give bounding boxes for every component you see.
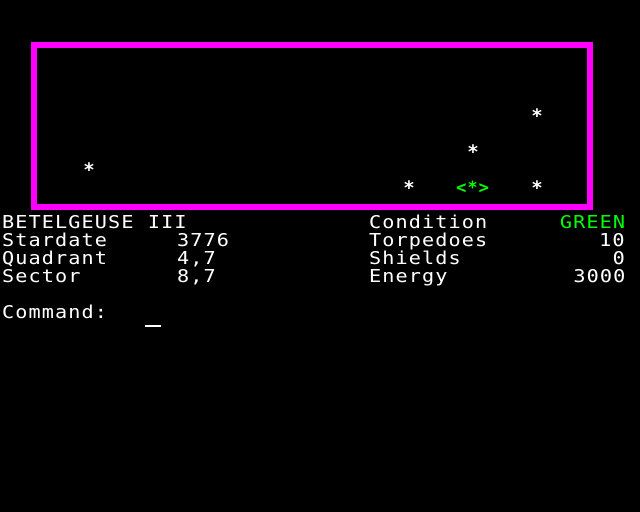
- energy-value: 3000: [572, 266, 626, 287]
- star-marker: *: [531, 105, 543, 127]
- sector-value: 8,7: [177, 266, 217, 287]
- star-marker: *: [83, 159, 95, 181]
- energy-label: Energy: [369, 266, 449, 287]
- short-range-scanner: [31, 42, 593, 210]
- command-cursor[interactable]: [145, 325, 161, 327]
- command-prompt: Command:: [2, 302, 109, 323]
- star-marker: *: [467, 141, 479, 163]
- star-marker: *: [531, 177, 543, 199]
- player-ship: <*>: [456, 178, 490, 198]
- star-marker: *: [403, 177, 415, 199]
- sector-label: Sector: [2, 266, 82, 287]
